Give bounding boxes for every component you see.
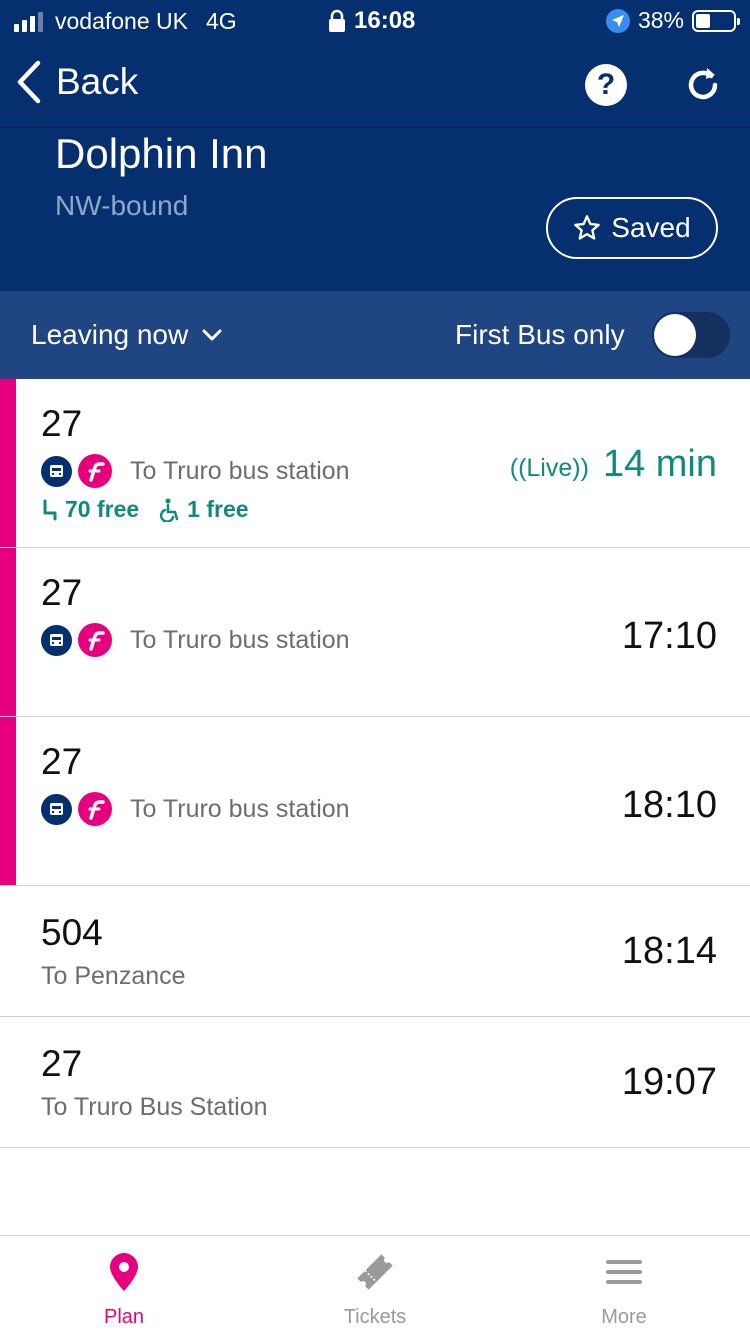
leaving-time-dropdown[interactable]: Leaving now — [31, 319, 222, 351]
first-bus-logo-icon — [78, 454, 112, 488]
status-bar: vodafone UK 4G 16:08 38% — [0, 0, 750, 42]
battery-fill — [696, 13, 710, 28]
first-bus-logo-icon — [78, 623, 112, 657]
wheelchair-free-label: 1 free — [187, 496, 249, 522]
route-number: 27 — [41, 403, 83, 444]
departure-time: 19:07 — [621, 1061, 717, 1103]
destination: To Truro bus station — [130, 625, 350, 654]
seat-icon — [43, 499, 57, 520]
lock-icon — [329, 9, 345, 32]
filter-bar: Leaving now First Bus only — [0, 291, 750, 379]
live-departure: ((Live)) 14 min — [510, 443, 717, 486]
back-label: Back — [56, 61, 139, 102]
seats-free-label: 70 free — [65, 496, 140, 522]
status-right: 38% — [605, 7, 740, 34]
departure-time: 18:10 — [621, 784, 717, 826]
help-icon[interactable]: ? — [585, 64, 627, 106]
battery-percent: 38% — [637, 7, 684, 33]
bus-icon — [41, 624, 72, 656]
status-left: vodafone UK 4G — [14, 8, 237, 35]
first-bus-only-toggle[interactable] — [652, 312, 730, 358]
battery-icon — [692, 9, 740, 32]
back-button[interactable]: Back — [16, 60, 138, 104]
departure-row[interactable]: 27 To Truro bus station ((Live)) 14 min … — [0, 379, 750, 548]
first-bus-only-label: First Bus only — [455, 319, 625, 350]
tab-label: Tickets — [343, 1306, 407, 1328]
departure-row[interactable]: 504 To Penzance 18:14 — [0, 886, 750, 1017]
tab-label: More — [601, 1306, 647, 1328]
page-title: Dolphin Inn — [55, 130, 268, 177]
departures-list: 27 To Truro bus station ((Live)) 14 min … — [0, 379, 750, 1148]
refresh-icon[interactable] — [682, 64, 724, 106]
carrier-name: vodafone UK — [55, 8, 188, 34]
departure-row[interactable]: 27 To Truro bus station 17:10 — [0, 548, 750, 717]
live-indicator: ((Live)) — [509, 454, 589, 482]
departure-time: 14 min — [602, 443, 717, 485]
route-number: 504 — [41, 912, 103, 953]
tab-more[interactable]: More — [549, 1252, 699, 1329]
departure-time: 17:10 — [621, 615, 717, 657]
first-bus-accent-bar — [0, 717, 16, 885]
network-type: 4G — [205, 8, 237, 34]
nav-bar: Back ? — [0, 42, 750, 128]
toggle-knob — [654, 314, 696, 356]
bus-icon — [41, 455, 72, 487]
route-number: 27 — [41, 741, 83, 782]
tab-label: Plan — [103, 1306, 145, 1328]
first-bus-accent-bar — [0, 379, 16, 547]
clock: 16:08 — [354, 7, 416, 34]
menu-icon — [606, 1260, 642, 1284]
location-arrow-icon — [605, 8, 630, 33]
departure-row[interactable]: 27 To Truro Bus Station 19:07 — [0, 1017, 750, 1148]
tab-plan[interactable]: Plan — [49, 1252, 199, 1329]
destination-line: To Truro bus station — [41, 792, 350, 826]
map-pin-icon — [110, 1253, 138, 1291]
departure-time: 18:14 — [621, 930, 717, 972]
destination: To Truro bus station — [130, 456, 350, 485]
first-bus-accent-bar — [0, 548, 16, 716]
destination: To Penzance — [41, 962, 186, 990]
first-bus-logo-icon — [78, 792, 112, 826]
ticket-icon — [357, 1254, 393, 1290]
occupancy-info: 70 free 1 free — [41, 496, 249, 523]
chevron-left-icon — [17, 60, 41, 104]
star-icon — [574, 215, 601, 240]
chevron-down-icon — [202, 329, 222, 341]
destination-line: To Truro bus station — [41, 454, 350, 488]
signal-strength-icon — [14, 11, 43, 32]
stop-direction: NW-bound — [55, 190, 189, 221]
stop-header: Dolphin Inn NW-bound Saved — [0, 128, 750, 291]
bus-icon — [41, 793, 72, 825]
saved-label: Saved — [611, 212, 691, 243]
destination-line: To Truro bus station — [41, 623, 350, 657]
saved-button[interactable]: Saved — [546, 197, 718, 259]
tab-bar: Plan Tickets More — [0, 1235, 750, 1334]
tab-tickets[interactable]: Tickets — [300, 1252, 450, 1329]
wheelchair-spaces-free: 1 free — [159, 496, 249, 523]
route-number: 27 — [41, 1043, 83, 1084]
wheelchair-icon — [160, 498, 179, 522]
status-center: 16:08 — [328, 7, 415, 35]
destination: To Truro bus station — [130, 794, 350, 823]
seats-free: 70 free — [41, 496, 139, 523]
route-number: 27 — [41, 572, 83, 613]
destination: To Truro Bus Station — [41, 1093, 268, 1121]
departure-row[interactable]: 27 To Truro bus station 18:10 — [0, 717, 750, 886]
leaving-label: Leaving now — [31, 319, 189, 350]
